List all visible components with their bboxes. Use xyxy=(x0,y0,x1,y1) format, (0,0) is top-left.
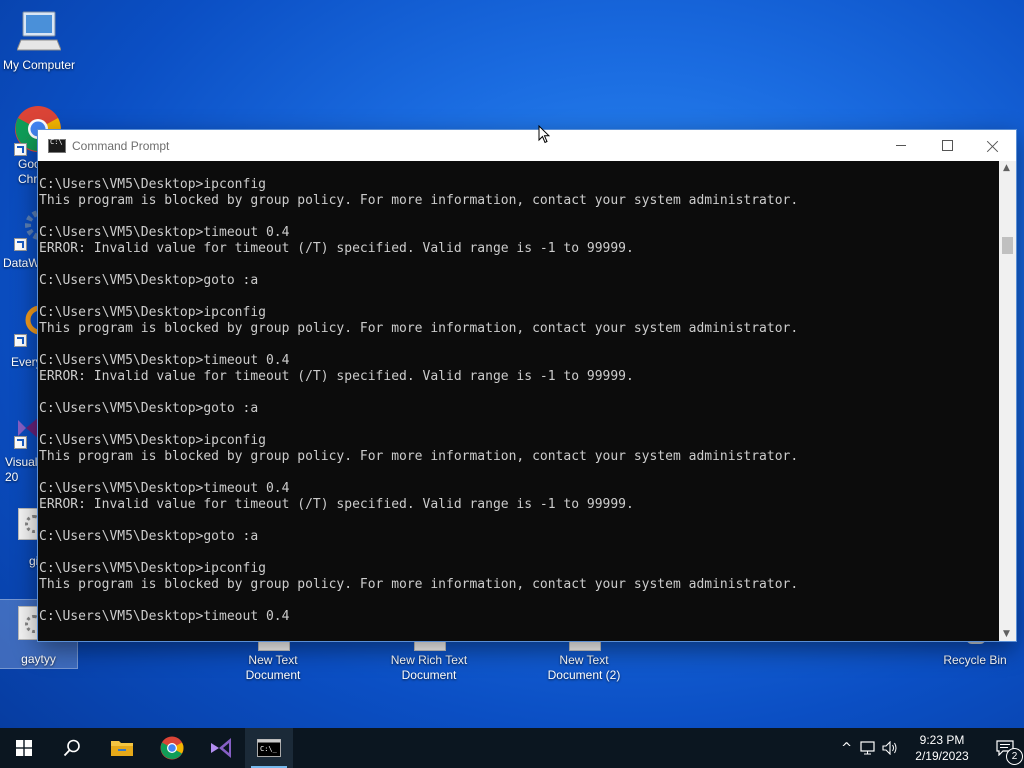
windows-start-icon xyxy=(16,740,32,756)
minimize-button[interactable] xyxy=(878,130,924,161)
terminal-line: ERROR: Invalid value for timeout (/T) sp… xyxy=(39,497,634,512)
desktop-icon-gi[interactable]: gi xyxy=(0,508,43,569)
terminal-line: C:\Users\VM5\Desktop>timeout 0.4 xyxy=(39,353,290,368)
shortcut-arrow-icon xyxy=(14,238,27,251)
maximize-button[interactable] xyxy=(924,130,970,161)
network-icon[interactable] xyxy=(860,741,876,755)
terminal-output[interactable]: C:\Users\VM5\Desktop>ipconfig This progra… xyxy=(38,161,999,641)
clock-date: 2/19/2023 xyxy=(915,749,969,763)
desktop-icon-new-text-document[interactable]: New Text Document xyxy=(234,636,312,683)
window-titlebar[interactable]: Command Prompt xyxy=(38,130,1016,161)
desktop-icon-new-rich-text-document[interactable]: New Rich Text Document xyxy=(386,636,472,683)
shortcut-arrow-icon xyxy=(14,436,27,449)
visual-studio-icon xyxy=(211,738,231,758)
scrollbar-thumb[interactable] xyxy=(1002,237,1013,254)
shortcut-arrow-icon xyxy=(14,334,27,347)
terminal-line: C:\Users\VM5\Desktop>timeout 0.4 xyxy=(39,225,290,240)
desktop-icon-datawrangler[interactable]: DataW xyxy=(0,208,40,271)
window-title: Command Prompt xyxy=(72,138,170,153)
file-explorer-icon xyxy=(111,741,133,756)
desktop-icon-google-chrome[interactable]: Goo Chr xyxy=(0,105,61,187)
desktop-icon-my-computer[interactable]: My Computer xyxy=(0,10,78,73)
close-button[interactable] xyxy=(970,130,1016,161)
taskbar-command-prompt[interactable]: C:\_ xyxy=(245,728,293,768)
taskbar: C:\_ ^ 9:23 PM 2/19/2023 2 xyxy=(0,728,1024,768)
terminal-line: This program is blocked by group policy.… xyxy=(39,577,799,592)
minimize-icon xyxy=(896,145,906,146)
taskbar-clock[interactable]: 9:23 PM 2/19/2023 xyxy=(908,732,976,764)
start-button[interactable] xyxy=(0,728,48,768)
terminal-line: C:\Users\VM5\Desktop>ipconfig xyxy=(39,561,266,576)
notification-count-badge: 2 xyxy=(1006,748,1023,765)
desktop-icon-visual-studio[interactable]: Visual 20 xyxy=(0,410,40,485)
terminal-line: C:\Users\VM5\Desktop>ipconfig xyxy=(39,433,266,448)
command-prompt-window[interactable]: Command Prompt C:\Users\VM5\Desktop>ipco… xyxy=(38,130,1016,641)
terminal-line: C:\Users\VM5\Desktop>goto :a xyxy=(39,529,259,544)
desktop-icon-new-text-document-2[interactable]: New Text Document (2) xyxy=(545,636,623,683)
show-hidden-icons-chevron-icon[interactable]: ^ xyxy=(841,741,852,756)
search-button[interactable] xyxy=(48,728,96,768)
terminal-line: C:\Users\VM5\Desktop>ipconfig xyxy=(39,177,266,192)
terminal-line: ERROR: Invalid value for timeout (/T) sp… xyxy=(39,369,634,384)
terminal-line: C:\Users\VM5\Desktop>goto :a xyxy=(39,401,259,416)
terminal-line: ERROR: Invalid value for timeout (/T) sp… xyxy=(39,241,634,256)
scroll-down-arrow-icon[interactable]: ▼ xyxy=(1003,629,1010,639)
terminal-line: C:\Users\VM5\Desktop>timeout 0.4 xyxy=(39,609,290,624)
command-prompt-icon xyxy=(48,138,66,153)
desktop-icon-everything[interactable]: Every xyxy=(0,304,42,370)
terminal-line: C:\Users\VM5\Desktop>ipconfig xyxy=(39,305,266,320)
gear-icon xyxy=(25,210,40,240)
volume-icon[interactable] xyxy=(882,741,898,755)
computer-icon xyxy=(17,11,61,51)
action-center-button[interactable]: 2 xyxy=(986,728,1024,768)
terminal-line: This program is blocked by group policy.… xyxy=(39,449,799,464)
chrome-icon xyxy=(160,736,184,760)
mouse-cursor-icon xyxy=(538,125,550,144)
taskbar-file-explorer[interactable] xyxy=(98,728,146,768)
terminal-line: This program is blocked by group policy.… xyxy=(39,193,799,208)
close-icon xyxy=(987,140,999,152)
clock-time: 9:23 PM xyxy=(919,733,965,747)
system-tray: ^ 9:23 PM 2/19/2023 2 xyxy=(841,728,1024,768)
maximize-icon xyxy=(941,140,953,151)
search-icon xyxy=(63,739,80,757)
terminal-line: C:\Users\VM5\Desktop>timeout 0.4 xyxy=(39,481,290,496)
taskbar-chrome[interactable] xyxy=(148,728,196,768)
terminal-line: This program is blocked by group policy.… xyxy=(39,321,799,336)
scroll-up-arrow-icon[interactable]: ▲ xyxy=(1003,163,1010,173)
command-prompt-icon: C:\_ xyxy=(257,739,281,757)
vertical-scrollbar[interactable]: ▲ ▼ xyxy=(999,161,1016,641)
taskbar-visual-studio[interactable] xyxy=(197,728,245,768)
shortcut-arrow-icon xyxy=(14,143,27,156)
svg-text:C:\_: C:\_ xyxy=(260,745,278,753)
terminal-line: C:\Users\VM5\Desktop>goto :a xyxy=(39,273,259,288)
